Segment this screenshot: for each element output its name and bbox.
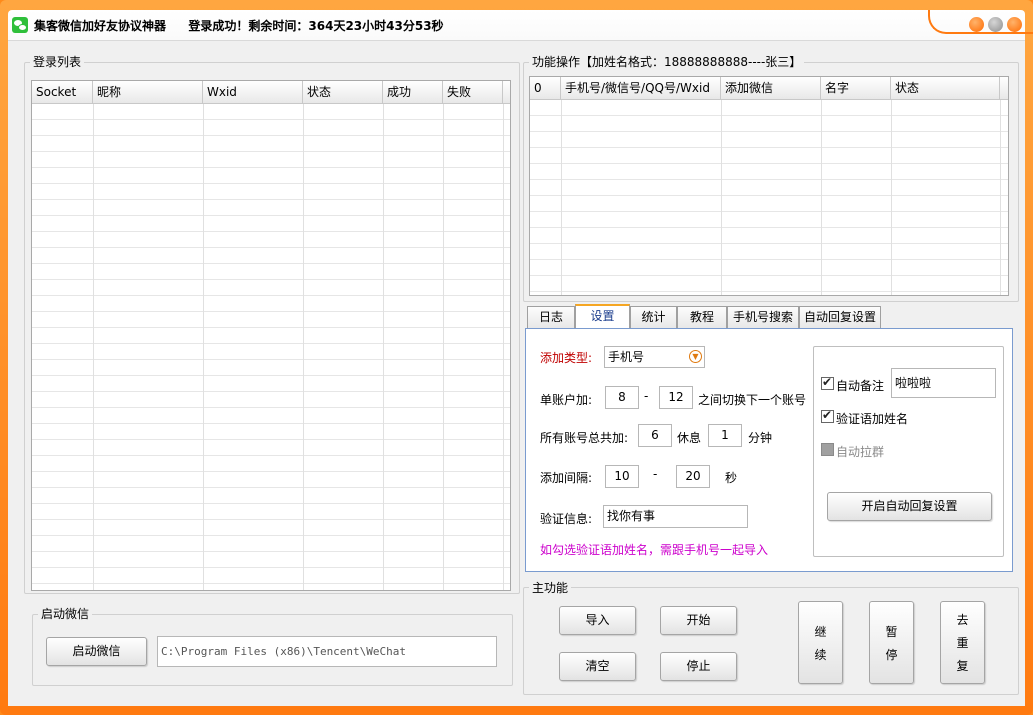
- column-header-index[interactable]: 0: [530, 77, 561, 99]
- tab-log[interactable]: 日志: [527, 306, 575, 329]
- tab-auto-reply[interactable]: 自动回复设置: [799, 306, 881, 329]
- verify-name-checkbox[interactable]: [821, 408, 834, 423]
- chevron-down-icon[interactable]: ▼: [689, 350, 702, 363]
- function-ops-rows[interactable]: [530, 100, 1008, 295]
- per-account-max-input[interactable]: 12: [659, 386, 693, 409]
- close-button[interactable]: [1007, 17, 1022, 32]
- column-header-success[interactable]: 成功: [383, 81, 443, 103]
- continue-char-2: 续: [814, 647, 827, 662]
- column-header-wxid[interactable]: Wxid: [203, 81, 303, 103]
- login-list-rows[interactable]: [32, 104, 510, 590]
- minimize-button[interactable]: [969, 17, 984, 32]
- start-wechat-label: 启动微信: [38, 605, 93, 622]
- auto-remark-label[interactable]: 自动备注: [836, 377, 884, 394]
- interval-dash: -: [653, 467, 658, 481]
- add-type-label: 添加类型:: [540, 351, 593, 365]
- total-label: 所有账号总共加:: [540, 431, 629, 445]
- column-header-socket[interactable]: Socket: [32, 81, 93, 103]
- login-list-label: 登录列表: [30, 53, 85, 70]
- login-status: 登录成功！剩余时间：364天23小时43分53秒: [188, 19, 444, 33]
- hint-text: 如勾选验证语加姓名，需跟手机号一起导入: [540, 543, 769, 557]
- continue-char-1: 继: [814, 624, 827, 639]
- dedupe-char-2: 重: [956, 636, 969, 650]
- app-name: 集客微信加好友协议神器: [34, 19, 167, 33]
- continue-button[interactable]: 继 续: [798, 601, 843, 684]
- auto-reply-settings-button[interactable]: 开启自动回复设置: [827, 492, 992, 521]
- wechat-icon: [12, 17, 28, 33]
- column-header-add-wechat[interactable]: 添加微信: [721, 77, 821, 99]
- add-type-select[interactable]: 手机号 ▼: [604, 346, 705, 368]
- tab-stats[interactable]: 统计: [630, 306, 677, 329]
- start-button[interactable]: 开始: [660, 606, 737, 635]
- function-ops-table[interactable]: 0 手机号/微信号/QQ号/Wxid 添加微信 名字 状态: [529, 76, 1009, 296]
- per-account-label: 单账户加:: [540, 393, 593, 407]
- maximize-button[interactable]: [988, 17, 1003, 32]
- auto-remark-checkbox[interactable]: [821, 375, 834, 390]
- interval-max-input[interactable]: 20: [676, 465, 710, 488]
- total-input[interactable]: 6: [638, 424, 672, 447]
- start-wechat-button[interactable]: 启动微信: [46, 637, 147, 666]
- import-button[interactable]: 导入: [559, 606, 636, 635]
- dedupe-char-1: 去: [956, 613, 969, 627]
- interval-min-input[interactable]: 10: [605, 465, 639, 488]
- dedupe-button[interactable]: 去 重 复: [940, 601, 985, 684]
- pause-button[interactable]: 暂 停: [869, 601, 914, 684]
- dedupe-char-3: 复: [956, 659, 969, 673]
- column-header-name[interactable]: 名字: [821, 77, 891, 99]
- stop-button[interactable]: 停止: [660, 652, 737, 681]
- column-header-account[interactable]: 手机号/微信号/QQ号/Wxid: [561, 77, 721, 99]
- wechat-path-input[interactable]: C:\Program Files (x86)\Tencent\WeChat: [157, 636, 497, 667]
- rest-unit: 分钟: [748, 431, 773, 445]
- auto-remark-input[interactable]: 啦啦啦: [891, 368, 996, 398]
- per-account-suffix: 之间切换下一个账号: [698, 393, 807, 407]
- rest-label: 休息: [677, 431, 702, 445]
- verify-label: 验证信息:: [540, 512, 593, 526]
- tab-settings[interactable]: 设置: [575, 304, 630, 331]
- interval-unit: 秒: [725, 471, 738, 485]
- column-header-op-status[interactable]: 状态: [891, 77, 1000, 99]
- verify-name-label[interactable]: 验证语加姓名: [836, 410, 908, 427]
- function-ops-header: 0 手机号/微信号/QQ号/Wxid 添加微信 名字 状态: [530, 77, 1008, 100]
- column-header-status[interactable]: 状态: [303, 81, 383, 103]
- auto-group-checkbox: [821, 443, 834, 456]
- main-function-label: 主功能: [529, 579, 572, 596]
- auto-group-label: 自动拉群: [836, 445, 885, 459]
- interval-label: 添加间隔:: [540, 471, 593, 485]
- add-type-value: 手机号: [608, 350, 645, 364]
- pause-char-1: 暂: [885, 624, 898, 639]
- tab-phone-search[interactable]: 手机号搜索: [727, 306, 799, 329]
- verify-message-input[interactable]: 找你有事: [603, 505, 748, 528]
- clear-button[interactable]: 清空: [559, 652, 636, 681]
- function-ops-label: 功能操作【加姓名格式：18888888888----张三】: [529, 53, 805, 70]
- login-list-header: Socket 昵称 Wxid 状态 成功 失败: [32, 81, 510, 104]
- pause-char-2: 停: [885, 647, 898, 662]
- column-header-fail[interactable]: 失败: [443, 81, 503, 103]
- tab-tutorial[interactable]: 教程: [677, 306, 727, 329]
- column-header-nickname[interactable]: 昵称: [93, 81, 203, 103]
- rest-input[interactable]: 1: [708, 424, 742, 447]
- per-account-min-input[interactable]: 8: [605, 386, 639, 409]
- login-list-table[interactable]: Socket 昵称 Wxid 状态 成功 失败: [31, 80, 511, 591]
- window-title: 集客微信加好友协议神器 登录成功！剩余时间：364天23小时43分53秒: [34, 17, 444, 34]
- per-account-dash: -: [644, 389, 649, 403]
